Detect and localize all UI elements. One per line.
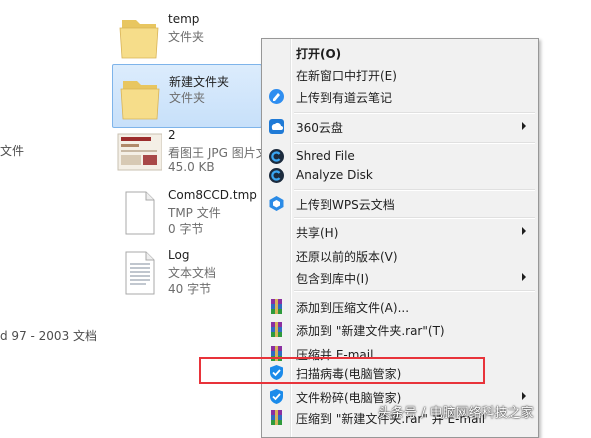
menu-separator	[294, 290, 535, 292]
file-size: 45.0 KB	[168, 160, 215, 174]
youdao-note-icon	[269, 89, 284, 104]
file-type: 文件夹	[168, 30, 205, 44]
menu-item-label: 打开(O)	[296, 47, 342, 61]
menu-item-label: 在新窗口中打开(E)	[296, 69, 397, 83]
file-type: 文本文档	[168, 266, 217, 280]
menu-item-shred-file[interactable]: Shred File	[264, 147, 536, 166]
tencent-pc-manager-icon	[270, 389, 283, 404]
menu-item-label: 360云盘	[296, 121, 343, 135]
menu-item-include-library[interactable]: 包含到库中(I)	[264, 268, 536, 287]
winrar-icon	[271, 410, 282, 425]
menu-item-add-archive[interactable]: 添加到压缩文件(A)...	[264, 297, 536, 316]
blank-file-icon	[125, 191, 155, 235]
menu-item-360-cloud[interactable]: 360云盘	[264, 117, 536, 136]
text-file-icon	[125, 251, 155, 295]
watermark: 头条号 / 电脑网络科技之家	[378, 406, 534, 421]
submenu-arrow-icon	[522, 273, 526, 281]
menu-separator	[294, 142, 535, 144]
menu-item-label: 添加到压缩文件(A)...	[296, 301, 410, 315]
file-name: Log	[168, 248, 190, 262]
file-name: temp	[168, 12, 200, 26]
folder-icon	[119, 20, 159, 59]
file-item-temp[interactable]: temp 文件夹	[112, 4, 262, 68]
menu-item-open[interactable]: 打开(O)	[264, 43, 536, 62]
file-name: 新建文件夹	[169, 75, 230, 89]
folder-icon	[120, 81, 160, 120]
annotation-highlight-box	[199, 357, 485, 384]
wps-cloud-icon	[269, 196, 284, 211]
file-item-2[interactable]: 2 看图王 JPG 图片文 45.0 KB	[112, 120, 268, 184]
menu-item-share[interactable]: 共享(H)	[264, 222, 536, 241]
menu-separator	[294, 189, 535, 191]
menu-item-label: 添加到 "新建文件夹.rar"(T)	[296, 324, 445, 338]
menu-item-analyze-disk[interactable]: Analyze Disk	[264, 166, 536, 185]
menu-item-label: Shred File	[296, 149, 355, 163]
menu-item-restore-versions[interactable]: 还原以前的版本(V)	[264, 246, 536, 265]
image-thumbnail	[117, 133, 162, 171]
file-item-new-folder[interactable]: 新建文件夹 文件夹	[112, 64, 262, 128]
ccleaner-icon	[269, 168, 284, 183]
submenu-arrow-icon	[522, 122, 526, 130]
left-type-fragment: 文件	[0, 144, 25, 158]
file-item-com8ccd[interactable]: Com8CCD.tmp TMP 文件 0 字节	[112, 180, 262, 244]
menu-item-label: 共享(H)	[296, 226, 339, 240]
file-name: 2	[168, 128, 176, 142]
menu-item-label: 还原以前的版本(V)	[296, 250, 398, 264]
file-type: 文件夹	[169, 91, 206, 105]
file-type: TMP 文件	[168, 206, 221, 220]
menu-item-wps-cloud[interactable]: 上传到WPS云文档	[264, 194, 536, 213]
file-size: 0 字节	[168, 222, 204, 236]
menu-item-label: 包含到库中(I)	[296, 272, 369, 286]
file-size: 40 字节	[168, 282, 212, 296]
submenu-arrow-icon	[522, 227, 526, 235]
menu-item-youdao-note[interactable]: 上传到有道云笔记	[264, 87, 536, 106]
menu-item-open-new-window[interactable]: 在新窗口中打开(E)	[264, 65, 536, 84]
winrar-icon	[271, 322, 282, 337]
menu-separator	[294, 112, 535, 114]
menu-item-label: Analyze Disk	[296, 168, 373, 182]
menu-separator	[294, 217, 535, 219]
winrar-icon	[271, 299, 282, 314]
menu-item-add-to-rar[interactable]: 添加到 "新建文件夹.rar"(T)	[264, 320, 536, 339]
360-cloud-icon	[269, 119, 284, 134]
menu-item-label: 上传到有道云笔记	[296, 91, 393, 105]
file-type: 看图王 JPG 图片文	[168, 146, 268, 160]
file-name: Com8CCD.tmp	[168, 188, 257, 202]
left-type-fragment: d 97 - 2003 文档	[0, 329, 98, 343]
ccleaner-icon	[269, 149, 284, 164]
menu-item-label: 上传到WPS云文档	[296, 198, 395, 212]
file-item-log[interactable]: Log 文本文档 40 字节	[112, 240, 262, 304]
submenu-arrow-icon	[522, 392, 526, 400]
